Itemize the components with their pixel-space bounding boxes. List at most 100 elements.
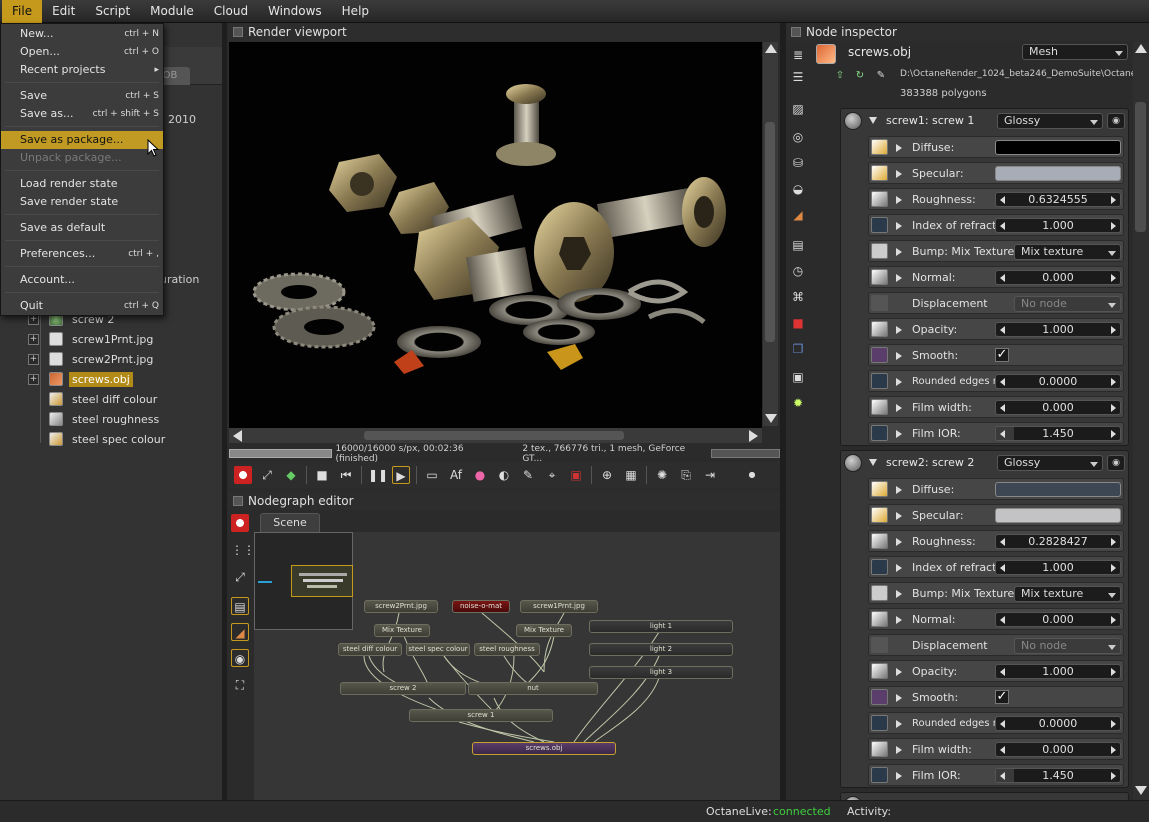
- region-render-icon[interactable]: ▣: [567, 466, 585, 484]
- node-light-2[interactable]: light 2: [589, 643, 733, 656]
- tree-item-screw2prnt[interactable]: + screw2Prnt.jpg: [28, 349, 156, 369]
- copy-icon[interactable]: ⎘: [677, 466, 695, 484]
- param-roughness[interactable]: Roughness: 0.6324555: [868, 188, 1124, 210]
- image-icon[interactable]: ▨: [789, 100, 807, 118]
- param-normal[interactable]: Normal: 0.000: [868, 266, 1124, 288]
- param-roughness[interactable]: Roughness: 0.2828427: [868, 530, 1124, 552]
- menu-preferences[interactable]: Preferences... ctrl + ,: [1, 245, 163, 263]
- color-picker-icon[interactable]: ●: [471, 466, 489, 484]
- film-icon[interactable]: ▤: [789, 236, 807, 254]
- sun-icon[interactable]: ✹: [789, 394, 807, 412]
- param-diffuse[interactable]: Diffuse:: [868, 136, 1124, 158]
- viewport-vertical-scrollbar[interactable]: [763, 42, 778, 426]
- param-specular[interactable]: Specular:: [868, 504, 1124, 526]
- menu-file[interactable]: File: [2, 0, 43, 23]
- tree-item-screws-obj[interactable]: + screws.obj: [28, 369, 133, 389]
- scroll-left-icon[interactable]: [233, 430, 242, 442]
- camera-icon[interactable]: ◎: [789, 128, 807, 146]
- node-light-1[interactable]: light 1: [589, 620, 733, 633]
- menu-edit[interactable]: Edit: [42, 0, 85, 23]
- tab-scene[interactable]: Scene: [260, 513, 320, 532]
- node-screw-2[interactable]: screw 2: [340, 682, 466, 695]
- reset-camera-icon[interactable]: [234, 466, 252, 484]
- param-bump[interactable]: Bump: Mix Texture Mix texture: [868, 582, 1124, 604]
- menu-save-as-default[interactable]: Save as default: [1, 219, 163, 237]
- node-noise-o-mat[interactable]: noise-o-mat: [452, 600, 510, 613]
- material-type-select[interactable]: Glossy: [997, 113, 1103, 129]
- scroll-right-icon[interactable]: [749, 430, 758, 442]
- node-steel-spec-colour[interactable]: steel spec colour: [406, 643, 470, 656]
- blue-cube-icon[interactable]: ❐: [789, 340, 807, 358]
- param-opacity[interactable]: Opacity: 1.000: [868, 660, 1124, 682]
- resolution-icon[interactable]: ▦: [622, 466, 640, 484]
- param-normal[interactable]: Normal: 0.000: [868, 608, 1124, 630]
- menu-help[interactable]: Help: [332, 0, 379, 23]
- autofocus-icon[interactable]: Af: [447, 466, 465, 484]
- clock-icon[interactable]: ◷: [789, 262, 807, 280]
- scroll-down-icon[interactable]: [765, 414, 777, 423]
- pause-icon[interactable]: ❚❚: [368, 466, 388, 484]
- dot-icon[interactable]: ●: [743, 466, 761, 484]
- viewport-horizontal-scrollbar[interactable]: [229, 428, 762, 443]
- param-displacement[interactable]: Displacement No node: [868, 292, 1124, 314]
- node-screw-1[interactable]: screw 1: [409, 709, 553, 722]
- picture-icon[interactable]: ▣: [789, 368, 807, 386]
- node-mix-texture-1[interactable]: Mix Texture: [374, 624, 430, 637]
- stop-icon[interactable]: ■: [313, 466, 331, 484]
- tree-item-steel-spec[interactable]: steel spec colour: [28, 429, 168, 449]
- param-specular[interactable]: Specular:: [868, 162, 1124, 184]
- node-screw2prnt[interactable]: screw2Prnt.jpg: [364, 600, 438, 613]
- param-rounded-edges[interactable]: Rounded edges radius: 0.0000: [868, 370, 1124, 392]
- scroll-up-icon[interactable]: [765, 44, 777, 53]
- white-balance-icon[interactable]: ◐: [495, 466, 513, 484]
- scroll-up-icon[interactable]: [1135, 44, 1147, 53]
- param-ior[interactable]: Index of refraction: 1.000: [868, 556, 1124, 578]
- node-type-select[interactable]: Mesh: [1022, 44, 1128, 60]
- splitter[interactable]: [222, 23, 227, 800]
- cube-icon[interactable]: ◆: [282, 466, 300, 484]
- wrench-icon[interactable]: ✎: [873, 68, 889, 84]
- panel-toggle-icon[interactable]: [791, 27, 801, 37]
- layers-icon[interactable]: ≣: [789, 46, 807, 64]
- image-node-icon[interactable]: ▤: [231, 597, 249, 615]
- menu-load-render-state[interactable]: Load render state: [1, 175, 163, 193]
- param-displacement[interactable]: Displacement No node: [868, 634, 1124, 656]
- panel-toggle-icon[interactable]: [233, 27, 243, 37]
- scroll-thumb[interactable]: [364, 431, 624, 440]
- menu-save[interactable]: Save ctrl + S: [1, 87, 163, 105]
- tree-item-steel-roughness[interactable]: steel roughness: [28, 409, 162, 429]
- fit-view-icon[interactable]: ⤢: [258, 466, 276, 484]
- menu-quit[interactable]: Quit ctrl + Q: [1, 297, 163, 315]
- material-header[interactable]: screw2: screw 2 Glossy ◉: [841, 451, 1128, 475]
- param-ior[interactable]: Index of refraction: 1.000: [868, 214, 1124, 236]
- menu-save-render-state[interactable]: Save render state: [1, 193, 163, 211]
- scroll-thumb[interactable]: [1135, 102, 1146, 232]
- param-diffuse[interactable]: Diffuse:: [868, 478, 1124, 500]
- param-film-ior[interactable]: Film IOR: 1.450: [868, 764, 1124, 786]
- arrange-icon[interactable]: ⋮⋮: [231, 541, 255, 559]
- collapse-icon[interactable]: [869, 459, 877, 466]
- tree-item-steel-diff[interactable]: steel diff colour: [28, 389, 160, 409]
- node-steel-roughness[interactable]: steel roughness: [474, 643, 540, 656]
- monitor-icon[interactable]: ▭: [423, 466, 441, 484]
- node-steel-diff-colour[interactable]: steel diff colour: [338, 643, 402, 656]
- visibility-icon[interactable]: ◉: [1107, 113, 1125, 129]
- menu-save-as-package[interactable]: Save as package...: [1, 131, 163, 149]
- material-header[interactable]: screw1: screw 1 Glossy ◉: [841, 109, 1128, 133]
- camera-node-icon[interactable]: ◉: [231, 649, 249, 667]
- node-light-3[interactable]: light 3: [589, 666, 733, 679]
- menu-recent-projects[interactable]: Recent projects ▸: [1, 61, 163, 79]
- menu-save-as[interactable]: Save as... ctrl + shift + S: [1, 105, 163, 123]
- param-film-ior[interactable]: Film IOR: 1.450: [868, 422, 1124, 444]
- menu-cloud[interactable]: Cloud: [204, 0, 258, 23]
- param-smooth[interactable]: Smooth: ✓: [868, 686, 1124, 708]
- material-type-select[interactable]: Glossy: [997, 455, 1103, 471]
- render-image[interactable]: [229, 42, 762, 428]
- node-screw1prnt[interactable]: screw1Prnt.jpg: [520, 600, 598, 613]
- param-film-width[interactable]: Film width: 0.000: [868, 738, 1124, 760]
- reload-icon[interactable]: ↻: [852, 68, 868, 84]
- zoom-icon[interactable]: ⊕: [598, 466, 616, 484]
- node-nut[interactable]: nut: [468, 682, 598, 695]
- expand-icon[interactable]: +: [28, 373, 39, 385]
- menu-new[interactable]: New... ctrl + N: [1, 25, 163, 43]
